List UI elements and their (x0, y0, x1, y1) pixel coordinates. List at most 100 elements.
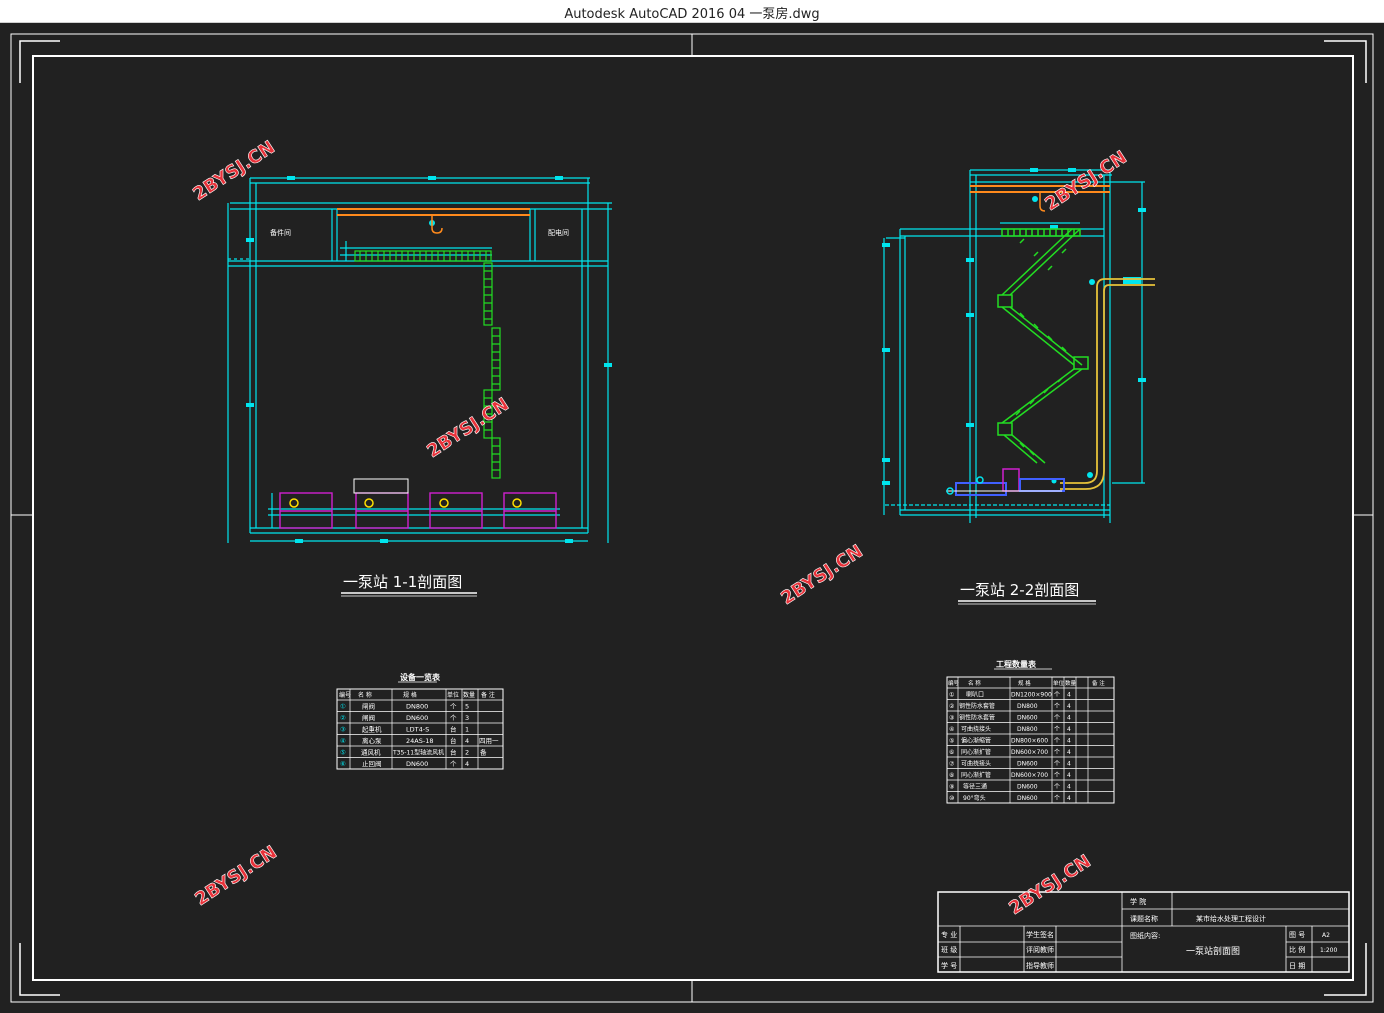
wt-h5: 备 注 (1092, 679, 1105, 687)
title-bar: Autodesk AutoCAD 2016 04 一泵房.dwg (0, 0, 1384, 23)
wt-r8-c0: ⑨ (949, 784, 954, 791)
wt-r9-c4: 4 (1067, 795, 1071, 802)
et-r1-c3: 个 (450, 714, 457, 722)
wt-r2-c1: 钢性防水套管 (959, 714, 995, 722)
et-r2-c0: ③ (340, 726, 346, 734)
room-label-right: 配电间 (548, 228, 569, 237)
wt-r8-c2: DN600 (1017, 784, 1038, 791)
et-r5-c1: 止回阀 (362, 759, 382, 768)
et-r4-c3: 台 (450, 748, 457, 757)
et-h1: 名 称 (358, 691, 372, 699)
wt-r4-c0: ⑤ (949, 738, 954, 745)
wt-r7-c3: 个 (1054, 772, 1060, 779)
wt-r5-c4: 4 (1067, 749, 1071, 756)
wt-r8-c3: 个 (1054, 784, 1060, 791)
wt-r4-c3: 个 (1054, 738, 1060, 745)
et-h0: 编号 (339, 691, 351, 699)
tb-content: 一泵站剖面图 (1186, 945, 1240, 957)
et-r0-c0: ① (340, 703, 346, 711)
wt-r6-c4: 4 (1067, 761, 1071, 768)
wt-r5-c2: DN600×700 (1011, 749, 1048, 756)
wt-r5-c3: 个 (1054, 749, 1060, 756)
wt-r4-c2: DN800×600 (1011, 738, 1048, 745)
tb-project: 某市给水处理工程设计 (1196, 914, 1266, 923)
stairs-2-2 (997, 228, 1089, 464)
wt-r3-c1: 可曲挠接头 (961, 725, 991, 733)
tb-content-label: 图纸内容: (1130, 931, 1160, 940)
et-r4-c1: 通风机 (361, 748, 381, 757)
et-r1-c2: DN600 (406, 714, 428, 722)
wt-r9-c3: 个 (1054, 795, 1060, 802)
et-r0-c1: 闸阀 (362, 702, 375, 711)
wt-h1: 名 称 (968, 679, 981, 687)
wt-r6-c1: 可曲挠接头 (961, 760, 991, 768)
wt-h3: 单位 (1053, 679, 1065, 687)
watermark-5: 2BYSJ.CN (191, 842, 280, 910)
et-h5: 备 注 (481, 691, 495, 699)
et-r2-c4: 1 (465, 726, 469, 734)
wt-r9-c1: 90°弯头 (963, 794, 986, 802)
equipment-table-title: 设备一览表 (400, 672, 441, 682)
et-h3: 单位 (447, 691, 459, 699)
wt-r0-c1: 喇叭口 (966, 691, 984, 699)
cad-drawing[interactable]: 备件间 配电间 一泵站 1-1剖面图 一泵站 2-2剖面图 设备一览表 编号 名… (0, 23, 1384, 1008)
tb-drawing-no: A2 (1322, 932, 1330, 939)
drawing-canvas[interactable]: 备件间 配电间 一泵站 1-1剖面图 一泵站 2-2剖面图 设备一览表 编号 名… (0, 23, 1384, 1008)
wt-r5-c1: 同心渐扩管 (961, 748, 991, 756)
wt-r1-c0: ② (949, 703, 955, 710)
pumps-1-1 (279, 492, 557, 529)
et-r4-c2: T35-11型轴流风机 (392, 749, 444, 757)
et-r2-c3: 台 (450, 725, 457, 734)
wt-r7-c2: DN600×700 (1011, 772, 1048, 779)
et-r5-c3: 个 (450, 760, 457, 768)
section-2-2[interactable] (883, 169, 1145, 523)
wt-r5-c0: ⑥ (949, 749, 954, 756)
wt-r0-c0: ① (949, 692, 954, 699)
watermark-3: 2BYSJ.CN (423, 394, 512, 462)
et-r5-c4: 4 (465, 760, 469, 768)
equipment-table[interactable]: 设备一览表 编号 名 称 规 格 单位 数量 备 注 ① 闸阀 DN800 个 … (336, 672, 504, 770)
et-r3-c1: 离心泵 (362, 736, 382, 745)
wt-r7-c1: 同心渐扩管 (961, 771, 991, 779)
watermark-1: 2BYSJ.CN (189, 137, 278, 205)
et-r1-c4: 3 (465, 714, 469, 722)
wt-h4: 数量 (1065, 679, 1077, 687)
watermark-4: 2BYSJ.CN (777, 541, 866, 609)
wt-r0-c3: 个 (1054, 692, 1060, 699)
wt-r4-c4: 4 (1067, 738, 1071, 745)
et-r5-c2: DN600 (406, 760, 428, 768)
quantity-table-title: 工程数量表 (996, 659, 1037, 669)
et-r2-c1: 起重机 (362, 725, 382, 734)
wt-r0-c2: DN1200×900 (1011, 692, 1052, 699)
wt-r7-c0: ⑧ (949, 772, 954, 779)
et-r3-c3: 台 (450, 736, 457, 745)
tb-student-sig: 学生签名 (1026, 930, 1054, 939)
pump-unit-2-2 (946, 468, 1065, 496)
wt-h0: 编号 (948, 679, 960, 687)
watermark-2: 2BYSJ.CN (1041, 147, 1130, 215)
title-block[interactable]: 学 院 课题名称 某市给水处理工程设计 图纸内容: 一泵站剖面图 专 业 班 级… (937, 891, 1350, 973)
pump-markers (289, 498, 522, 508)
wt-r6-c3: 个 (1054, 761, 1060, 768)
wt-r0-c4: 4 (1067, 692, 1071, 699)
section-1-1-title: 一泵站 1-1剖面图 (343, 573, 462, 591)
tb-scale: 1:200 (1320, 947, 1337, 954)
et-r3-c5: 四用一 (479, 737, 499, 745)
wt-r3-c4: 4 (1067, 726, 1071, 733)
et-r1-c1: 闸阀 (362, 713, 375, 722)
tb-school: 学 院 (1130, 897, 1146, 906)
wt-r2-c3: 个 (1054, 715, 1060, 722)
tb-project-label: 课题名称 (1130, 914, 1158, 923)
wt-r7-c4: 4 (1067, 772, 1071, 779)
wt-r1-c2: DN800 (1017, 703, 1038, 710)
tb-date-label: 日 期 (1289, 962, 1305, 970)
wt-r6-c0: ⑦ (949, 761, 955, 768)
et-r0-c2: DN800 (406, 703, 428, 711)
wt-r9-c0: ⑩ (949, 795, 954, 802)
wt-r8-c4: 4 (1067, 784, 1071, 791)
wt-r2-c4: 4 (1067, 715, 1071, 722)
wt-r6-c2: DN600 (1017, 761, 1038, 768)
tb-teacher-sig: 评阅教师 (1026, 945, 1054, 954)
et-r0-c4: 5 (465, 703, 469, 711)
quantity-table[interactable]: 工程数量表 编号 名 称 规 格 单位 数量 备 注 ① 喇叭口 DN1200×… (946, 659, 1115, 804)
